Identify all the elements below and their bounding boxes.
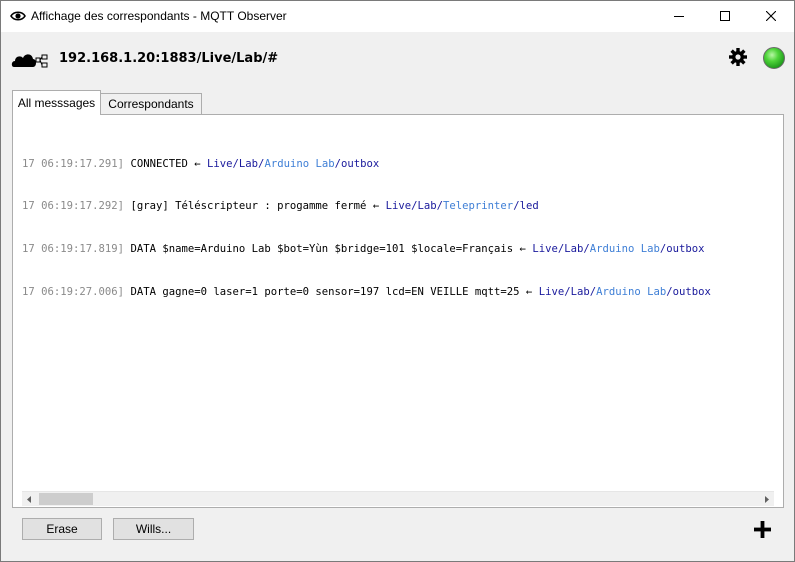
window-title: Affichage des correspondants - MQTT Obse… <box>31 9 287 23</box>
log-line: 17 06:19:27.006] DATA gagne=0 laser=1 po… <box>22 286 711 299</box>
message-log[interactable]: 17 06:19:17.291] CONNECTED ← Live/Lab/Ar… <box>22 128 774 488</box>
wills-button[interactable]: Wills... <box>113 518 194 540</box>
scroll-right-icon[interactable] <box>759 492 774 507</box>
erase-button[interactable]: Erase <box>22 518 102 540</box>
status-led <box>763 47 785 69</box>
eye-icon <box>10 11 26 21</box>
log-line: 17 06:19:17.819] DATA $name=Arduino Lab … <box>22 243 705 256</box>
scroll-left-icon[interactable] <box>22 492 37 507</box>
main-window: Affichage des correspondants - MQTT Obse… <box>0 0 795 562</box>
gear-icon[interactable] <box>728 47 748 67</box>
horizontal-scrollbar[interactable] <box>22 491 774 506</box>
cloud-network-icon <box>11 54 48 68</box>
log-line: 17 06:19:17.291] CONNECTED ← Live/Lab/Ar… <box>22 157 380 170</box>
title-bar: Affichage des correspondants - MQTT Obse… <box>1 1 794 32</box>
minimize-button[interactable] <box>656 1 702 32</box>
tab-all-messages[interactable]: All messsages <box>12 90 101 115</box>
tab-correspondants[interactable]: Correspondants <box>101 93 202 115</box>
plus-icon[interactable] <box>753 520 772 539</box>
log-line: 17 06:19:17.292] [gray] Téléscripteur : … <box>22 200 539 213</box>
scrollbar-thumb[interactable] <box>39 493 93 505</box>
broker-header: 192.168.1.20:1883/Live/Lab/# <box>1 32 794 88</box>
maximize-icon <box>720 11 730 21</box>
broker-address: 192.168.1.20:1883/Live/Lab/# <box>59 51 279 66</box>
minimize-icon <box>674 16 684 17</box>
maximize-button[interactable] <box>702 1 748 32</box>
close-button[interactable] <box>748 1 794 32</box>
messages-panel: 17 06:19:17.291] CONNECTED ← Live/Lab/Ar… <box>12 114 784 508</box>
close-icon <box>766 11 776 21</box>
